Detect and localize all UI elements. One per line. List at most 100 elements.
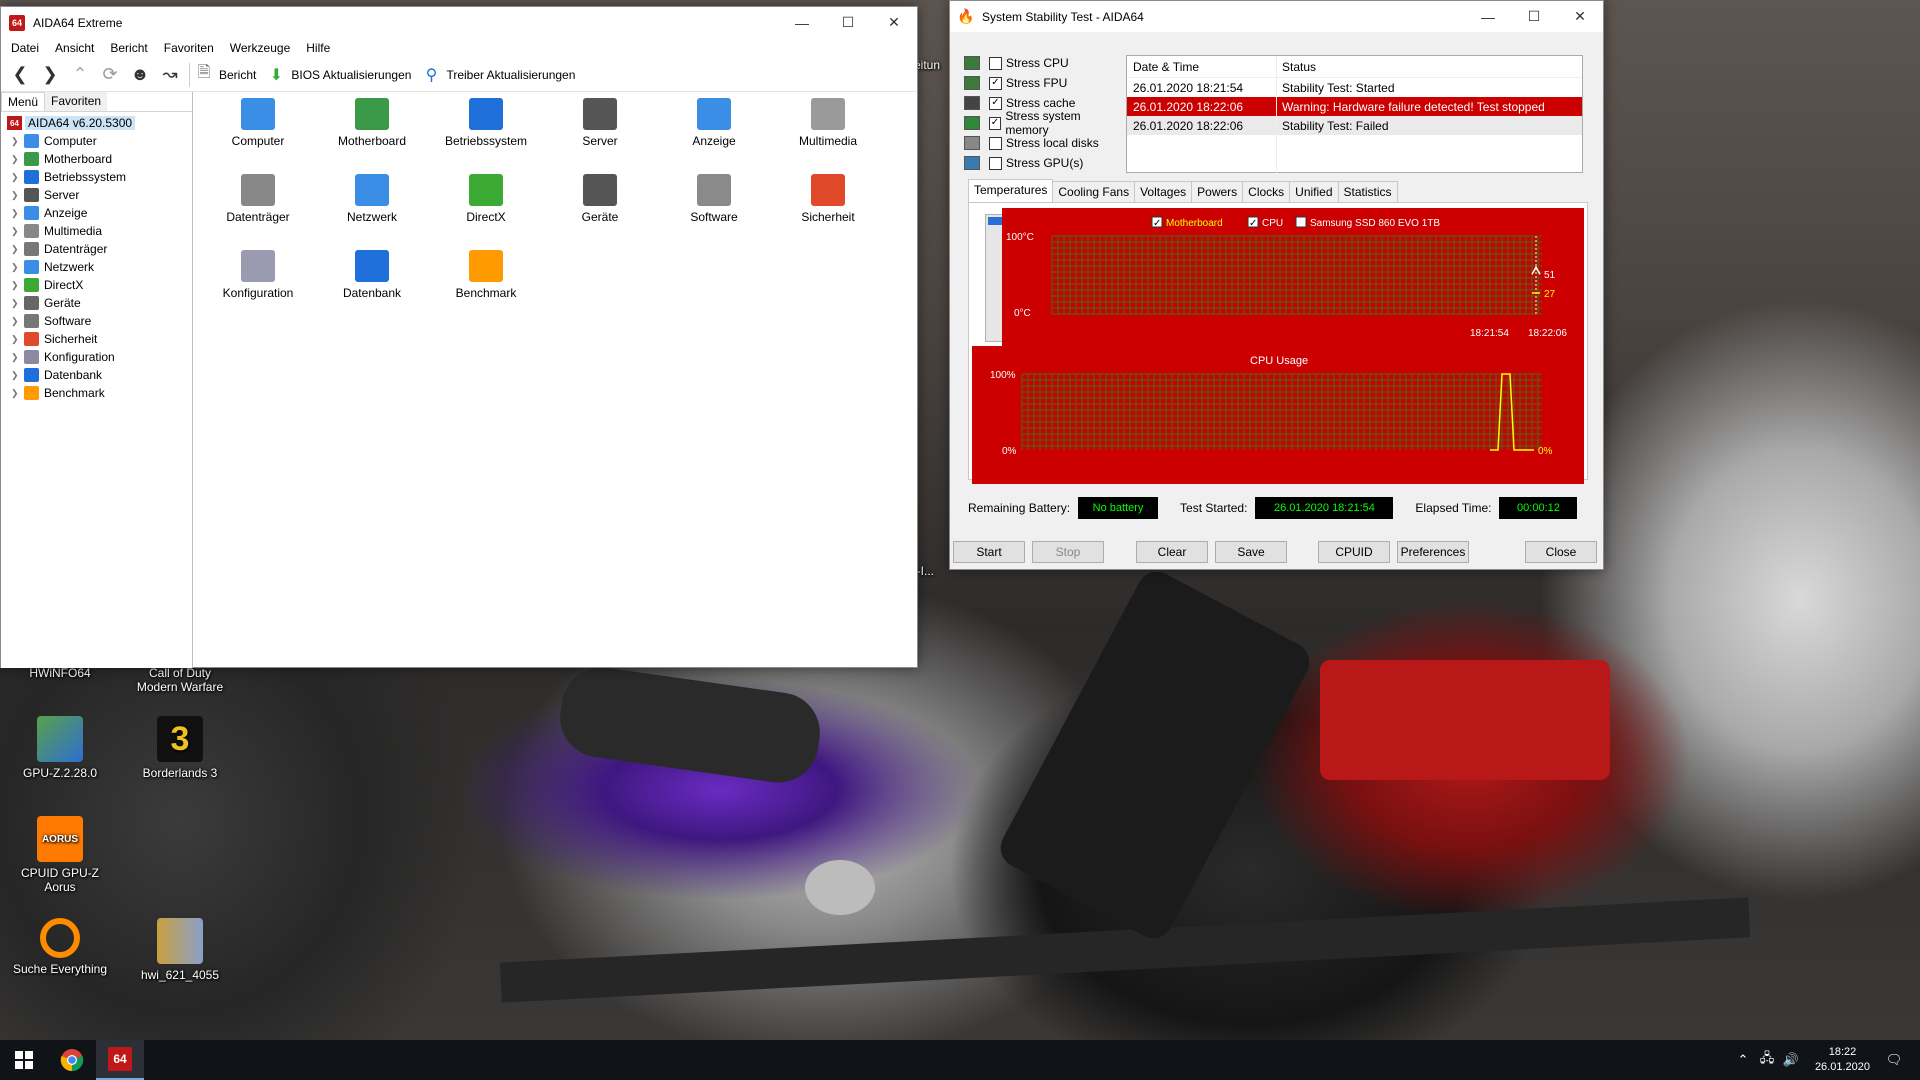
expand-arrow-icon[interactable]: ❯ bbox=[11, 370, 21, 381]
expand-arrow-icon[interactable]: ❯ bbox=[11, 316, 21, 327]
tree-item-13[interactable]: ❯ Datenbank bbox=[1, 366, 192, 384]
stress-option-5[interactable]: Stress GPU(s) bbox=[964, 153, 1124, 173]
content-icon-1[interactable]: Motherboard bbox=[315, 98, 429, 148]
expand-arrow-icon[interactable]: ❯ bbox=[11, 154, 21, 165]
maximize-button[interactable]: ☐ bbox=[825, 7, 871, 38]
forward-icon[interactable]: ❯ bbox=[35, 60, 65, 90]
expand-arrow-icon[interactable]: ❯ bbox=[11, 226, 21, 237]
content-icon-2[interactable]: Betriebssystem bbox=[429, 98, 543, 148]
tab-clocks[interactable]: Clocks bbox=[1242, 181, 1291, 204]
tree-item-12[interactable]: ❯ Konfiguration bbox=[1, 348, 192, 366]
maximize-button[interactable]: ☐ bbox=[1511, 1, 1557, 32]
content-icon-9[interactable]: Geräte bbox=[543, 174, 657, 224]
desktop-icon-borderlands[interactable]: 3 Borderlands 3 bbox=[132, 716, 228, 780]
tree-item-4[interactable]: ❯ Anzeige bbox=[1, 204, 192, 222]
stress-checkbox[interactable] bbox=[989, 156, 1002, 170]
desktop-icon-gpuz[interactable]: GPU-Z.2.28.0 bbox=[12, 716, 108, 780]
expand-arrow-icon[interactable]: ❯ bbox=[11, 208, 21, 219]
stress-checkbox[interactable]: ✓ bbox=[989, 96, 1002, 110]
content-icon-5[interactable]: Multimedia bbox=[771, 98, 885, 148]
tab-unified[interactable]: Unified bbox=[1289, 181, 1339, 204]
tab-menu[interactable]: Menü bbox=[1, 92, 46, 111]
menu-bericht[interactable]: Bericht bbox=[102, 41, 155, 55]
stop-button[interactable]: Stop bbox=[1032, 541, 1104, 563]
tree-item-9[interactable]: ❯ Geräte bbox=[1, 294, 192, 312]
network-icon[interactable]: 🖧 bbox=[1755, 1049, 1779, 1071]
desktop-icon-cod[interactable]: Call of Duty Modern Warfare bbox=[132, 666, 228, 694]
tree-item-1[interactable]: ❯ Motherboard bbox=[1, 150, 192, 168]
stress-checkbox[interactable] bbox=[989, 136, 1002, 150]
expand-arrow-icon[interactable]: ❯ bbox=[11, 172, 21, 183]
tree-item-7[interactable]: ❯ Netzwerk bbox=[1, 258, 192, 276]
expand-arrow-icon[interactable]: ❯ bbox=[11, 244, 21, 255]
tree-item-3[interactable]: ❯ Server bbox=[1, 186, 192, 204]
expand-arrow-icon[interactable]: ❯ bbox=[11, 334, 21, 345]
content-icon-4[interactable]: Anzeige bbox=[657, 98, 771, 148]
close-button[interactable]: ✕ bbox=[871, 7, 917, 38]
save-button[interactable]: Save bbox=[1215, 541, 1287, 563]
notification-icon[interactable]: 🗨 bbox=[1882, 1052, 1906, 1068]
cpuid-button[interactable]: CPUID bbox=[1318, 541, 1390, 563]
tab-statistics[interactable]: Statistics bbox=[1337, 181, 1398, 204]
stress-option-3[interactable]: ✓ Stress system memory bbox=[964, 109, 1124, 137]
stress-option-1[interactable]: ✓ Stress FPU bbox=[964, 73, 1124, 93]
content-icon-6[interactable]: Datenträger bbox=[201, 174, 315, 224]
tab-powers[interactable]: Powers bbox=[1191, 181, 1244, 204]
preferences-button[interactable]: Preferences bbox=[1397, 541, 1469, 563]
clock[interactable]: 18:22 26.01.2020 bbox=[1815, 1045, 1870, 1075]
tree-item-0[interactable]: ❯ Computer bbox=[1, 132, 192, 150]
aida64-taskbar-button[interactable]: 64 bbox=[96, 1040, 144, 1080]
stress-checkbox[interactable] bbox=[989, 56, 1002, 70]
chrome-taskbar-button[interactable] bbox=[48, 1040, 96, 1080]
content-icon-3[interactable]: Server bbox=[543, 98, 657, 148]
stress-checkbox[interactable]: ✓ bbox=[988, 116, 1002, 130]
content-icon-11[interactable]: Sicherheit bbox=[771, 174, 885, 224]
stress-option-0[interactable]: Stress CPU bbox=[964, 53, 1124, 73]
log-row[interactable]: 26.01.2020 18:22:06 Stability Test: Faile… bbox=[1127, 116, 1582, 135]
tab-cooling-fans[interactable]: Cooling Fans bbox=[1052, 181, 1136, 204]
content-icon-0[interactable]: Computer bbox=[201, 98, 315, 148]
menu-datei[interactable]: Datei bbox=[3, 41, 47, 55]
clear-button[interactable]: Clear bbox=[1136, 541, 1208, 563]
user-icon[interactable]: ☻ bbox=[125, 60, 155, 90]
tree-item-11[interactable]: ❯ Sicherheit bbox=[1, 330, 192, 348]
chevron-up-icon[interactable]: ⌃ bbox=[1731, 1052, 1755, 1068]
start-button[interactable]: Start bbox=[953, 541, 1025, 563]
expand-arrow-icon[interactable]: ❯ bbox=[11, 352, 21, 363]
tree-item-8[interactable]: ❯ DirectX bbox=[1, 276, 192, 294]
expand-arrow-icon[interactable]: ❯ bbox=[11, 262, 21, 273]
menu-ansicht[interactable]: Ansicht bbox=[47, 41, 102, 55]
bios-update-button[interactable]: ⬇ BIOS Aktualisierungen bbox=[266, 65, 412, 85]
close-dialog-button[interactable]: Close bbox=[1525, 541, 1597, 563]
tab-temperatures[interactable]: Temperatures bbox=[968, 179, 1054, 202]
menu-favoriten[interactable]: Favoriten bbox=[156, 41, 222, 55]
tree-item-5[interactable]: ❯ Multimedia bbox=[1, 222, 192, 240]
desktop-icon-hwinfo[interactable]: HWiNFO64 bbox=[12, 666, 108, 680]
log-row[interactable]: 26.01.2020 18:21:54 Stability Test: Start… bbox=[1127, 78, 1582, 97]
volume-icon[interactable]: 🔊 bbox=[1779, 1052, 1803, 1068]
tree-item-10[interactable]: ❯ Software bbox=[1, 312, 192, 330]
menu-werkzeuge[interactable]: Werkzeuge bbox=[222, 41, 298, 55]
content-icon-13[interactable]: Datenbank bbox=[315, 250, 429, 300]
log-row[interactable]: 26.01.2020 18:22:06 Warning: Hardware fai… bbox=[1127, 97, 1582, 116]
up-icon[interactable]: ⌃ bbox=[65, 60, 95, 90]
minimize-button[interactable]: — bbox=[1465, 1, 1511, 32]
close-button[interactable]: ✕ bbox=[1557, 1, 1603, 32]
desktop-icon-partial-2[interactable]: eitun bbox=[914, 58, 954, 72]
expand-arrow-icon[interactable]: ❯ bbox=[11, 388, 21, 399]
desktop-icon-everything[interactable]: Suche Everything bbox=[12, 918, 108, 976]
expand-arrow-icon[interactable]: ❯ bbox=[11, 136, 21, 147]
tab-favorites[interactable]: Favoriten bbox=[45, 92, 108, 111]
menu-hilfe[interactable]: Hilfe bbox=[298, 41, 338, 55]
stress-checkbox[interactable]: ✓ bbox=[989, 76, 1002, 90]
tree-root[interactable]: 64 AIDA64 v6.20.5300 bbox=[1, 114, 192, 132]
expand-arrow-icon[interactable]: ❯ bbox=[11, 280, 21, 291]
start-button[interactable] bbox=[0, 1040, 48, 1080]
tab-voltages[interactable]: Voltages bbox=[1134, 181, 1193, 204]
back-icon[interactable]: ❮ bbox=[5, 60, 35, 90]
content-icon-12[interactable]: Konfiguration bbox=[201, 250, 315, 300]
expand-arrow-icon[interactable]: ❯ bbox=[11, 298, 21, 309]
minimize-button[interactable]: — bbox=[779, 7, 825, 38]
expand-arrow-icon[interactable]: ❯ bbox=[11, 190, 21, 201]
content-icon-14[interactable]: Benchmark bbox=[429, 250, 543, 300]
